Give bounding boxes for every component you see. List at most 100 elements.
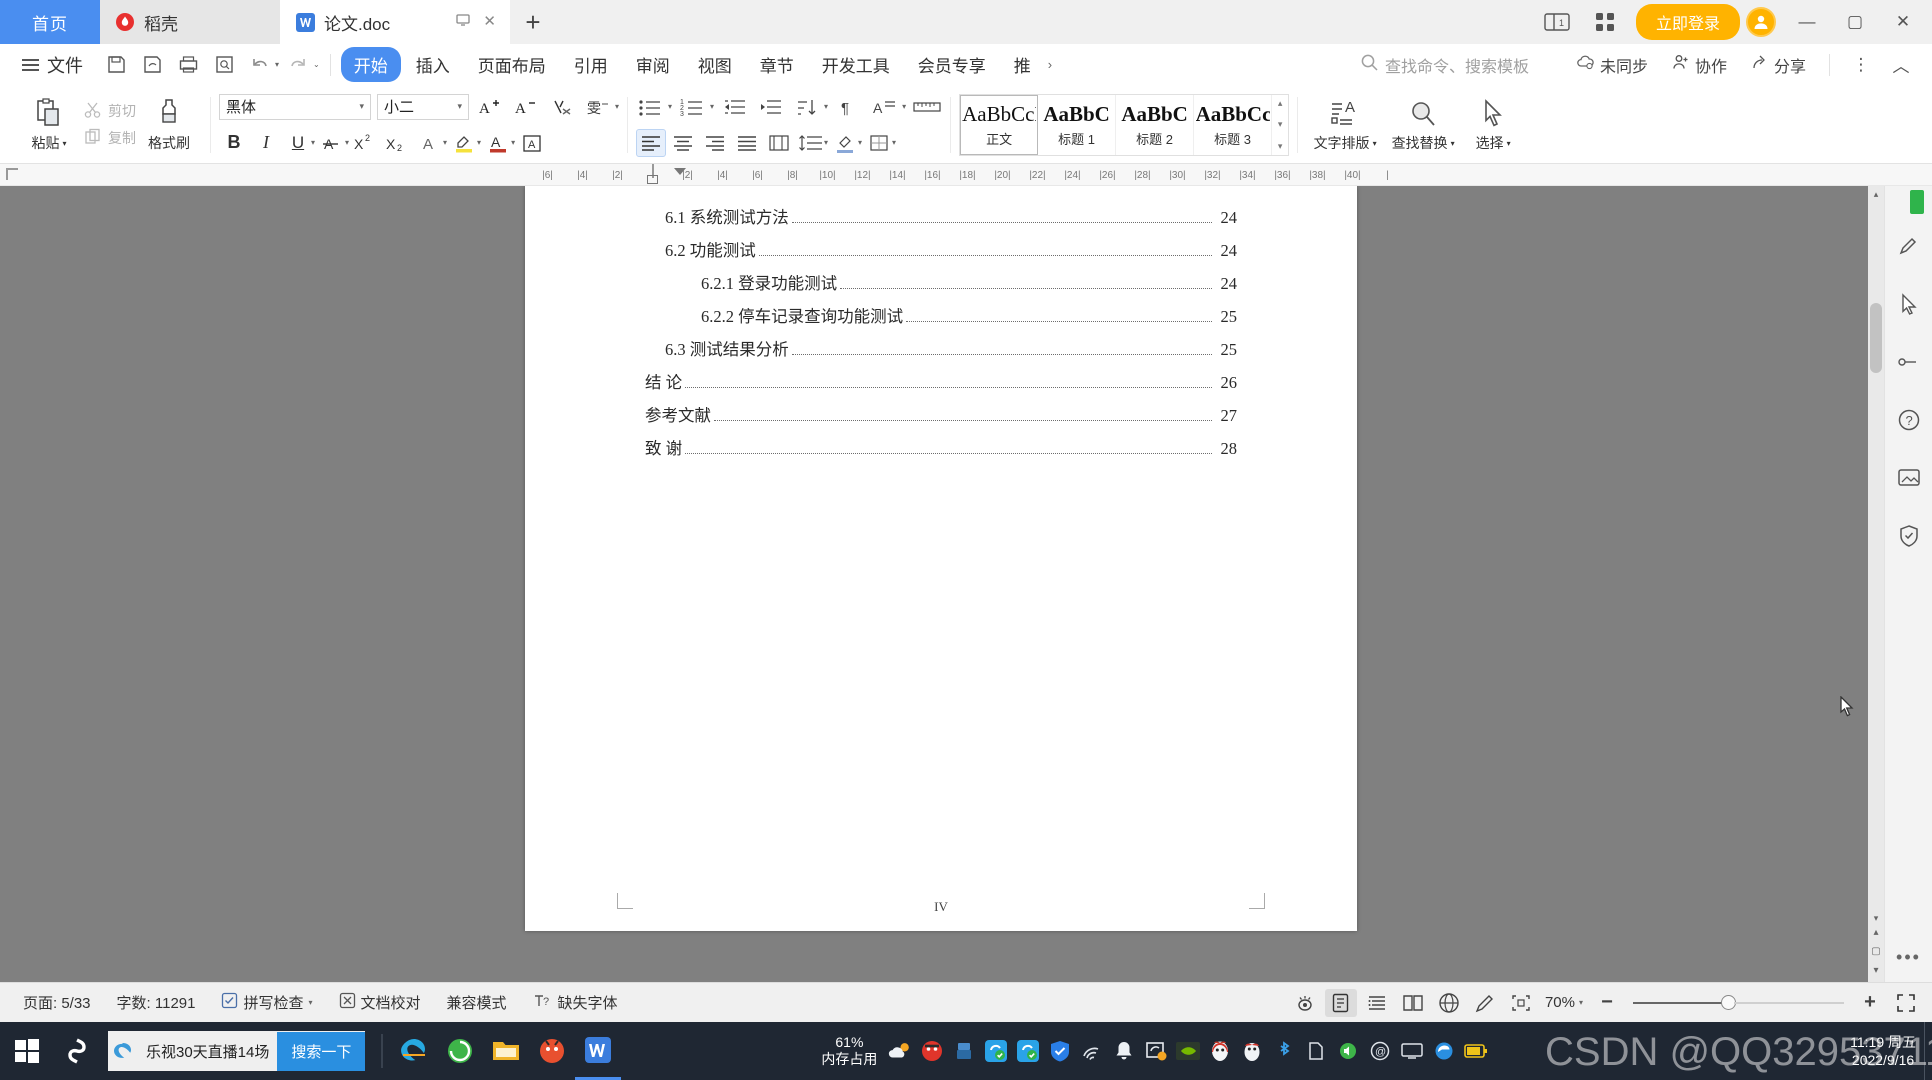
spellcheck-caret-icon[interactable]: ▾ (308, 998, 312, 1007)
update-icon[interactable] (1143, 1038, 1169, 1064)
align-center-icon[interactable] (668, 129, 698, 157)
file-menu-button[interactable]: 文件 (22, 52, 83, 78)
zoom-in-button[interactable]: + (1854, 989, 1886, 1017)
shapes-icon[interactable] (1893, 346, 1925, 378)
windows-start-icon[interactable] (0, 1022, 54, 1080)
shield-guard-icon[interactable] (1047, 1038, 1073, 1064)
overflow-menu-icon[interactable]: ⋮ (1844, 48, 1878, 82)
cut-button[interactable]: 剪切 (84, 101, 136, 122)
previous-page-icon[interactable]: ▴ (1873, 927, 1878, 938)
highlight-color-button[interactable] (449, 129, 479, 157)
browser-icon[interactable] (529, 1022, 575, 1080)
search-command-input[interactable]: 查找命令、搜索模板 (1360, 53, 1529, 77)
undo-button[interactable] (243, 48, 277, 82)
strikethrough-caret-icon[interactable]: ▾ (345, 138, 349, 147)
tab-developer-tools[interactable]: 开发工具 (809, 47, 903, 82)
memory-usage-indicator[interactable]: 61% 内存占用 (811, 1034, 887, 1069)
grid-view-icon[interactable] (1588, 5, 1622, 39)
shading-caret-icon[interactable]: ▾ (858, 138, 862, 147)
document-canvas[interactable]: 6.1 系统测试方法 24 6.2 功能测试 24 6.2.1 登录功能测试 2… (0, 186, 1884, 982)
window-close-button[interactable]: ✕ (1886, 5, 1920, 39)
bullet-list-icon[interactable] (636, 93, 666, 121)
collapse-ribbon-icon[interactable]: ︿ (1884, 48, 1918, 82)
shrink-font-icon[interactable]: A (511, 93, 541, 121)
proofread-button[interactable]: 文档校对 (326, 992, 434, 1013)
reading-view-icon[interactable] (1397, 989, 1429, 1017)
line-spacing-icon[interactable] (796, 129, 826, 157)
pen-edit-icon[interactable] (1893, 230, 1925, 262)
redo-button[interactable] (281, 48, 315, 82)
compat-mode-indicator[interactable]: 兼容模式 (434, 992, 520, 1013)
font-size-select[interactable]: 小二 ▾ (377, 93, 469, 120)
undo-caret-icon[interactable]: ▾ (275, 60, 279, 69)
toc-entry[interactable]: 6.2.2 停车记录查询功能测试 25 (645, 303, 1237, 336)
word-count-indicator[interactable]: 字数: 11291 (104, 992, 209, 1013)
font-color-caret-icon[interactable]: ▾ (511, 138, 515, 147)
tab-chapters[interactable]: 章节 (747, 47, 807, 82)
tab-home[interactable]: 首页 (0, 0, 100, 44)
split-view-icon[interactable]: 1 (1540, 5, 1574, 39)
subscript-button[interactable]: X2 (383, 129, 413, 157)
left-indent-marker-icon[interactable] (647, 175, 658, 184)
scroll-up-icon[interactable]: ▴ (1278, 98, 1283, 109)
outline-view-icon[interactable] (1361, 989, 1393, 1017)
typeset-caret-icon[interactable]: ▾ (1373, 139, 1377, 148)
file-explorer-icon[interactable] (483, 1022, 529, 1080)
ruler-icon[interactable] (912, 93, 942, 121)
zoom-level-button[interactable]: 70% ▾ (1541, 994, 1587, 1011)
text-effects-caret-icon[interactable]: ▾ (443, 138, 447, 147)
360-browser-icon[interactable] (437, 1022, 483, 1080)
login-button[interactable]: 立即登录 (1635, 4, 1740, 40)
align-right-icon[interactable] (700, 129, 730, 157)
page-indicator[interactable]: 页面: 5/33 (10, 992, 104, 1013)
page-view-icon[interactable] (1324, 988, 1357, 1017)
show-desktop-button[interactable] (1924, 1022, 1932, 1080)
sd-card-icon[interactable] (1303, 1038, 1329, 1064)
write-view-icon[interactable] (1469, 989, 1501, 1017)
show-marks-icon[interactable]: ¶ (834, 93, 864, 121)
image-tool-icon[interactable] (1893, 462, 1925, 494)
underline-caret-icon[interactable]: ▾ (311, 138, 315, 147)
shield-icon[interactable] (1893, 520, 1925, 552)
qq-icon[interactable] (1207, 1038, 1233, 1064)
pinyin-caret-icon[interactable]: ▾ (615, 102, 619, 111)
web-view-icon[interactable] (1433, 989, 1465, 1017)
horizontal-ruler[interactable]: |6| |4| |2| |2| |4| |6| |8| |10| |12| |1… (0, 164, 1932, 186)
help-icon[interactable]: ? (1893, 404, 1925, 436)
edge-icon[interactable] (1431, 1038, 1457, 1064)
taskbar-clock[interactable]: 11:19 周五 2022/9/16 (1850, 1033, 1932, 1069)
battery-icon[interactable] (1463, 1038, 1489, 1064)
restore-icon[interactable] (455, 12, 471, 32)
print-icon[interactable] (171, 48, 205, 82)
sync-icon[interactable] (983, 1038, 1009, 1064)
toc-entry[interactable]: 6.2.1 登录功能测试 24 (645, 270, 1237, 303)
style-heading-1[interactable]: AaBbC 标题 1 (1038, 94, 1117, 155)
nvidia-icon[interactable] (1175, 1038, 1201, 1064)
tab-references[interactable]: 引用 (561, 47, 621, 82)
borders-icon[interactable] (864, 129, 894, 157)
usb-icon[interactable] (951, 1038, 977, 1064)
sync-status-button[interactable]: 未同步 (1567, 53, 1657, 77)
styles-scroll[interactable]: ▴ ▾ ▾ (1272, 95, 1288, 155)
char-border-button[interactable]: A (517, 129, 547, 157)
notification-icon[interactable] (1111, 1038, 1137, 1064)
new-tab-button[interactable]: + (510, 0, 556, 44)
bullet-caret-icon[interactable]: ▾ (668, 102, 672, 111)
select-caret-icon[interactable]: ▾ (1507, 139, 1511, 148)
styles-expand-icon[interactable]: ▾ (1278, 141, 1283, 152)
pinyin-tool-icon[interactable]: A (870, 93, 900, 121)
tab-view[interactable]: 视图 (685, 47, 745, 82)
fit-page-icon[interactable] (1505, 989, 1537, 1017)
strikethrough-button[interactable]: A (317, 129, 347, 157)
volume-icon[interactable] (1335, 1038, 1361, 1064)
paste-caret-icon[interactable]: ▾ (62, 139, 66, 148)
toc-entry[interactable]: 致 谢 28 (645, 435, 1237, 468)
toc-entry[interactable]: 6.3 测试结果分析 25 (645, 336, 1237, 369)
taskbar-search-box[interactable]: 乐视30天直播14场 搜索一下 (108, 1031, 366, 1071)
tab-review[interactable]: 审阅 (623, 47, 683, 82)
tab-insert[interactable]: 插入 (403, 47, 463, 82)
clear-format-icon[interactable] (547, 93, 577, 121)
align-justify-icon[interactable] (732, 129, 762, 157)
font-name-select[interactable]: 黑体 ▾ (219, 93, 371, 120)
chevron-down-icon[interactable]: ▾ (353, 101, 364, 112)
